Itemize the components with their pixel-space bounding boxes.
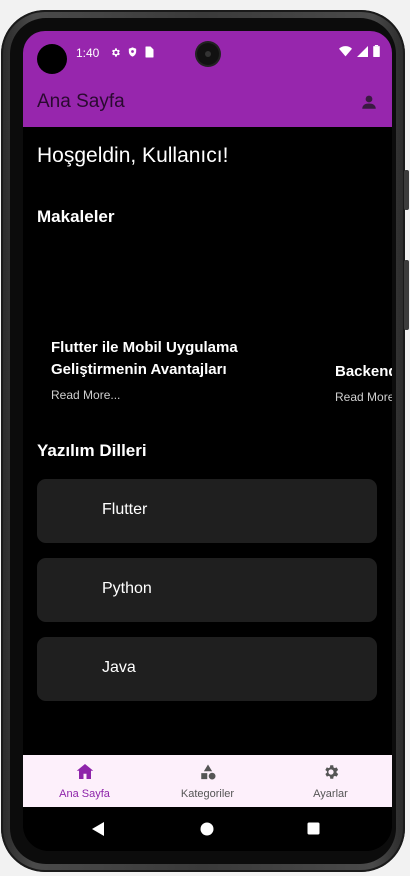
sim-card-status-icon [145, 46, 154, 58]
article-card[interactable]: Flutter ile Mobil Uygulama Geliştirmenin… [51, 337, 281, 402]
account-icon[interactable] [360, 93, 378, 111]
back-icon[interactable] [92, 822, 105, 836]
settings-icon [324, 765, 338, 779]
settings-status-icon [112, 47, 120, 57]
article-title: Backend [335, 363, 392, 380]
volume-button [404, 260, 409, 330]
read-more-link[interactable]: Read More... [51, 388, 281, 402]
language-item-java[interactable]: Java [37, 637, 377, 701]
read-more-link[interactable]: Read More... [335, 390, 392, 404]
main-content: Hoşgeldin, Kullanıcı! Makaleler Flutter … [23, 127, 392, 755]
power-button [404, 170, 409, 210]
appbar-title: Ana Sayfa [37, 91, 125, 112]
screen: 1:40 Ana Sayfa Hoşgeldin, Kullanıcı! Mak… [23, 31, 392, 851]
status-time: 1:40 [76, 46, 100, 60]
recents-icon[interactable] [307, 822, 320, 835]
article-title: Flutter ile Mobil Uygulama Geliştirmenin… [51, 339, 238, 378]
nav-label-settings: Ayarlar [313, 788, 348, 800]
language-item-flutter[interactable]: Flutter [37, 479, 377, 543]
shield-status-icon [128, 47, 137, 57]
language-label: Java [102, 659, 136, 676]
front-camera-cutout [37, 44, 67, 74]
bottom-navigation: Ana Sayfa Kategoriler Ayarlar [23, 755, 392, 807]
category-icon [200, 764, 215, 780]
nav-item-settings[interactable]: Ayarlar [269, 755, 392, 807]
signal-icon [357, 45, 368, 57]
status-bar: 1:40 [23, 31, 392, 75]
camera-punch-hole [197, 43, 219, 65]
nav-item-categories[interactable]: Kategoriler [146, 755, 269, 807]
language-item-python[interactable]: Python [37, 558, 377, 622]
articles-section-title: Makaleler [37, 207, 115, 226]
home-icon [76, 764, 93, 779]
nav-item-home[interactable]: Ana Sayfa [23, 755, 146, 807]
nav-label-home: Ana Sayfa [59, 788, 110, 800]
language-label: Flutter [102, 501, 148, 518]
home-circle-icon[interactable] [200, 822, 214, 836]
system-navigation-bar [23, 807, 392, 851]
languages-section-title: Yazılım Dilleri [37, 441, 147, 460]
wifi-icon [339, 45, 352, 56]
greeting-text: Hoşgeldin, Kullanıcı! [37, 144, 229, 167]
battery-icon [373, 45, 380, 57]
language-label: Python [102, 580, 152, 597]
article-card[interactable]: Backend Read More... [335, 361, 392, 404]
nav-label-categories: Kategoriler [180, 788, 235, 800]
top-app-area: 1:40 Ana Sayfa [23, 31, 392, 127]
